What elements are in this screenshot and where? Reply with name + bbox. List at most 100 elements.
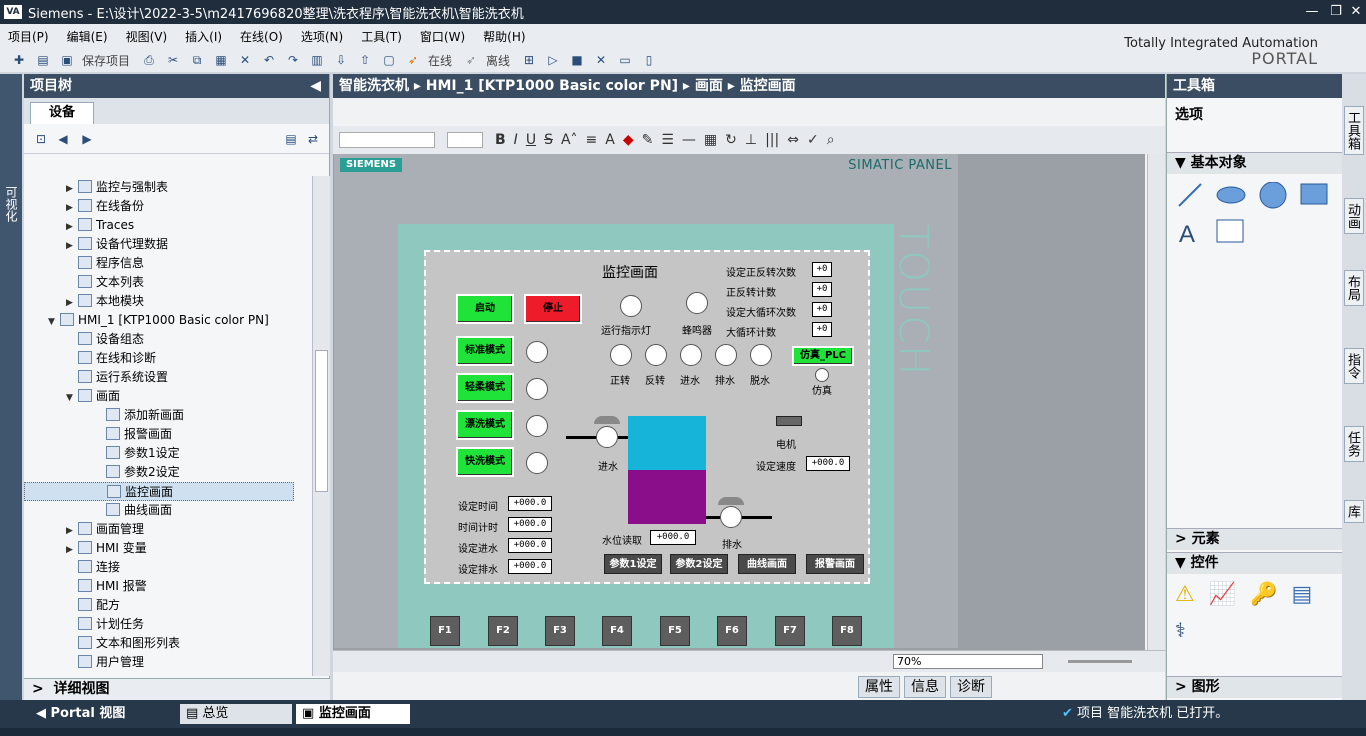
start-button[interactable]: 启动	[456, 294, 514, 324]
nav-trend-button[interactable]: 曲线画面	[738, 554, 796, 574]
tree-item[interactable]: 文本和图形列表	[66, 634, 180, 653]
tree-item[interactable]: 程序信息	[66, 254, 144, 273]
copy-icon[interactable]: ⧉	[188, 52, 206, 68]
tree-item[interactable]: 添加新画面	[94, 406, 184, 425]
param-field-2[interactable]: +000.0	[508, 538, 552, 553]
counter-field-0[interactable]: +0	[812, 262, 832, 277]
graphic-view-icon[interactable]	[1216, 219, 1244, 243]
go-online-button[interactable]: 在线	[428, 52, 452, 69]
font-size-icon[interactable]: A˄	[561, 132, 578, 148]
expand-icon[interactable]: ▼	[66, 389, 78, 408]
line-color-icon[interactable]: ✎	[642, 132, 654, 148]
param-field-1[interactable]: +000.0	[508, 517, 552, 532]
tree-item[interactable]: 连接	[66, 558, 120, 577]
tab-info[interactable]: 信息	[904, 676, 946, 698]
menu-item-7[interactable]: 窗口(W)	[420, 28, 465, 45]
menu-item-5[interactable]: 选项(N)	[301, 28, 343, 45]
new-project-icon[interactable]: ✚	[10, 52, 28, 68]
nav-alarm-button[interactable]: 报警画面	[806, 554, 864, 574]
align-icon[interactable]: ≡	[586, 132, 598, 148]
paste-icon[interactable]: ▦	[212, 52, 230, 68]
arrange-icon[interactable]: ▦	[704, 132, 717, 148]
save-project-button[interactable]: 保存项目	[82, 52, 130, 69]
list-view-icon[interactable]: ▤	[282, 131, 300, 147]
tab-tasks[interactable]: 任务	[1344, 426, 1364, 462]
compile-icon[interactable]: ▥	[308, 52, 326, 68]
level-field[interactable]: +000.0	[650, 530, 696, 545]
fkey-f3[interactable]: F3	[545, 616, 575, 646]
counter-field-2[interactable]: +0	[812, 302, 832, 317]
back-icon[interactable]: ◀	[54, 131, 72, 147]
tree-item[interactable]: ▼ HMI_1 [KTP1000 Basic color PN]	[48, 311, 269, 330]
speed-field[interactable]: +000.0	[806, 456, 850, 471]
simulate-icon[interactable]: ▢	[380, 52, 398, 68]
tree-item[interactable]: 参数1设定	[94, 444, 180, 463]
tree-item[interactable]: 报警画面	[94, 425, 172, 444]
canvas-scrollbar[interactable]	[1147, 154, 1165, 650]
collapse-icon[interactable]: ◀	[310, 74, 321, 98]
visualization-tab[interactable]: 可视化	[3, 186, 20, 222]
upload-icon[interactable]: ⇧	[356, 52, 374, 68]
add-icon[interactable]: ⊡	[32, 131, 50, 147]
tree-item[interactable]: 在线和诊断	[66, 349, 156, 368]
breadcrumb-item[interactable]: 监控画面	[740, 78, 796, 94]
tab-devices[interactable]: 设备	[30, 102, 94, 124]
menu-item-1[interactable]: 编辑(E)	[67, 28, 108, 45]
menu-item-0[interactable]: 项目(P)	[8, 28, 49, 45]
fkey-f4[interactable]: F4	[602, 616, 632, 646]
go-offline-button[interactable]: 离线	[486, 52, 510, 69]
tree-sync-icon[interactable]: ⇄	[304, 131, 322, 147]
tab-diagnostics[interactable]: 诊断	[950, 676, 992, 698]
zoom-slider[interactable]	[1068, 660, 1132, 663]
underline-icon[interactable]: U	[526, 132, 536, 148]
tree-item[interactable]: 监控画面	[24, 482, 294, 501]
tree-scrollbar[interactable]	[312, 176, 330, 676]
close-icon[interactable]: ✕	[1346, 2, 1366, 22]
sim-plc-button[interactable]: 仿真_PLC	[792, 346, 854, 366]
mode-rinse-button[interactable]: 漂洗模式	[456, 410, 514, 440]
screen-tab[interactable]: ▣ 监控画面	[296, 704, 410, 724]
pick-icon[interactable]: ✓	[807, 132, 819, 148]
tree-item[interactable]: ▶ 在线备份	[66, 197, 144, 216]
tab-toolbox[interactable]: 工具箱	[1344, 106, 1364, 155]
print-icon[interactable]: ⎙	[140, 52, 158, 68]
tree-item[interactable]: ▶ 监控与强制表	[66, 178, 168, 197]
line-style-icon[interactable]: —	[682, 132, 696, 148]
breadcrumb-item[interactable]: 智能洗衣机	[339, 78, 409, 94]
mode-quick-button[interactable]: 快洗模式	[456, 447, 514, 477]
tree-scroll-thumb[interactable]	[315, 350, 328, 492]
fkey-f7[interactable]: F7	[775, 616, 805, 646]
menu-item-4[interactable]: 在线(O)	[240, 28, 283, 45]
menu-item-3[interactable]: 插入(I)	[185, 28, 222, 45]
split-horizontal-icon[interactable]: ▭	[616, 52, 634, 68]
nav-param1-button[interactable]: 参数1设定	[604, 554, 662, 574]
tree-item[interactable]: ▶ Traces	[66, 216, 134, 235]
fkey-f6[interactable]: F6	[717, 616, 747, 646]
undo-icon[interactable]: ↶	[260, 52, 278, 68]
tab-animation[interactable]: 动画	[1344, 198, 1364, 234]
tree-item[interactable]: 参数2设定	[94, 463, 180, 482]
alarm-view-icon[interactable]: ⚠	[1175, 582, 1209, 607]
elements-section[interactable]: > 元素	[1167, 528, 1343, 550]
save-icon[interactable]: ▣	[58, 52, 76, 68]
tree-item[interactable]: 文本列表	[66, 273, 144, 292]
cut-icon[interactable]: ✂	[164, 52, 182, 68]
menu-item-2[interactable]: 视图(V)	[126, 28, 168, 45]
rectangle-tool-icon[interactable]	[1300, 183, 1328, 205]
detail-view-header[interactable]: > 详细视图	[24, 678, 330, 700]
tree-item[interactable]: ▶ 本地模块	[66, 292, 144, 311]
distribute-icon[interactable]: |||	[765, 132, 779, 148]
mode-standard-button[interactable]: 标准模式	[456, 336, 514, 366]
start-sim-icon[interactable]: ▷	[544, 52, 562, 68]
align-objects-icon[interactable]: ⊥	[745, 132, 757, 148]
redo-icon[interactable]: ↷	[284, 52, 302, 68]
hmi-screen[interactable]: 监控画面 启动 停止 标准模式 轻柔模式 漂洗模式 快洗模式 运行指示灯 蜂鸣器…	[424, 250, 870, 584]
italic-icon[interactable]: I	[514, 132, 518, 148]
zoom-icon[interactable]: ⌕	[827, 132, 835, 148]
split-vertical-icon[interactable]: ▯	[640, 52, 658, 68]
tree-item[interactable]: 曲线画面	[94, 501, 172, 520]
tree-item[interactable]: ▼ 画面	[66, 387, 120, 406]
nav-param2-button[interactable]: 参数2设定	[670, 554, 728, 574]
font-color-icon[interactable]: A	[605, 132, 615, 148]
strike-icon[interactable]: S	[544, 132, 553, 148]
